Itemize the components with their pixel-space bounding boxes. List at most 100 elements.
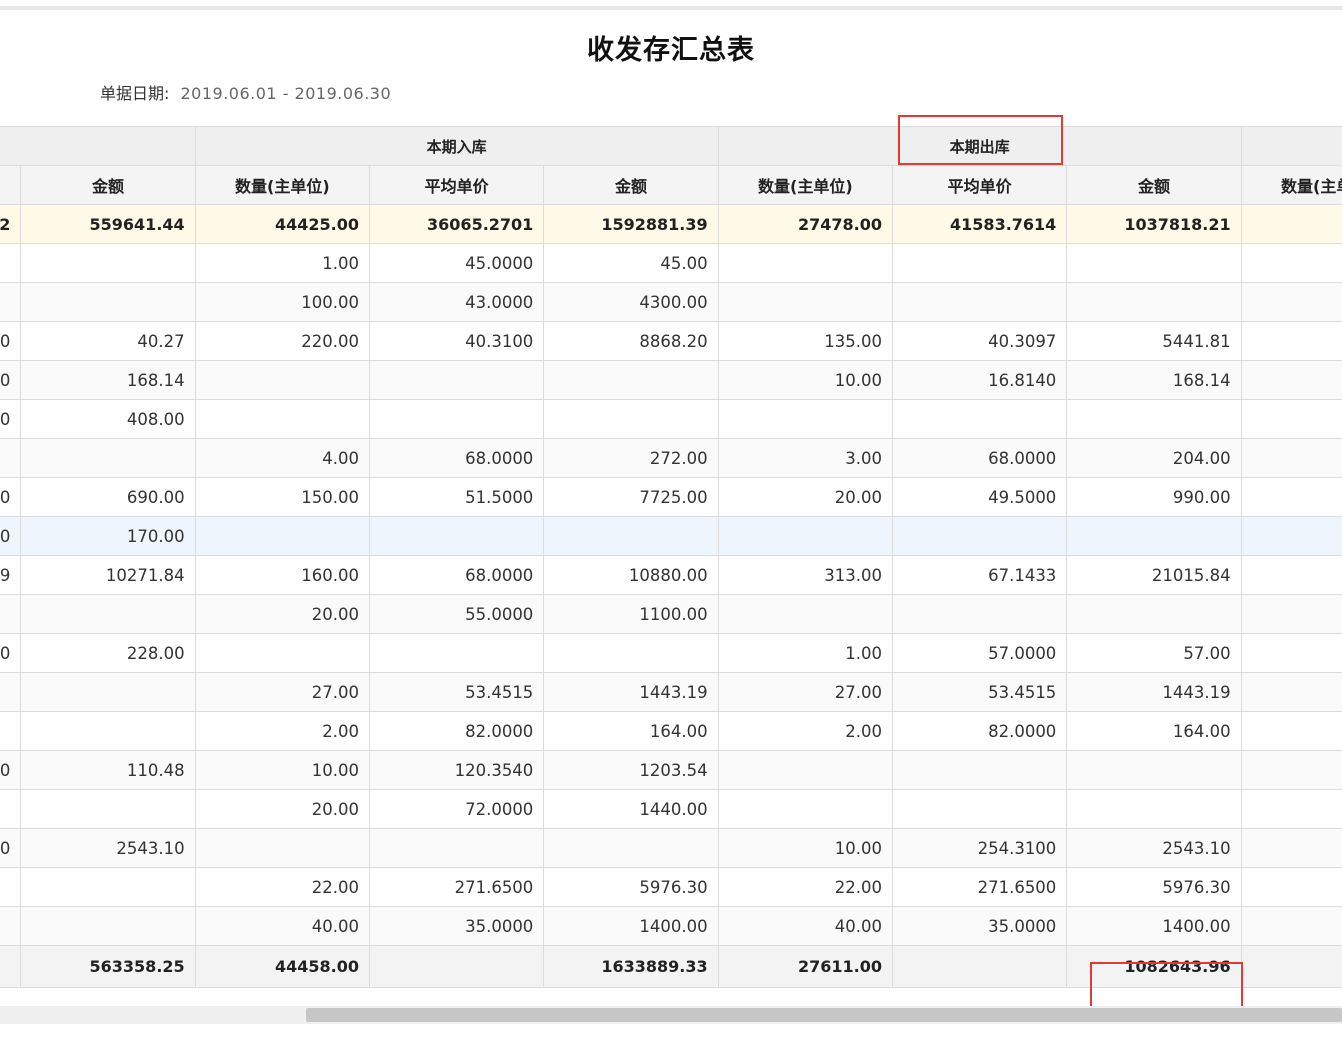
table-cell — [20, 789, 196, 829]
table-row[interactable]: 1.00 45.0000 45.00 — [0, 243, 1342, 283]
table-cell — [891, 750, 1068, 790]
column-header[interactable]: 金额 — [543, 165, 719, 205]
group-header-inbound[interactable]: 本期入库 — [194, 126, 719, 166]
table-row[interactable]: 27.00 53.4515 1443.19 27.00 53.4515 1443.19 — [0, 672, 1342, 712]
table-row[interactable]: 0 170.00 — [0, 516, 1342, 556]
table-row[interactable]: 0 40.27 220.00 40.3100 8868.20 135.00 40.3097 5… — [0, 321, 1342, 361]
table-row[interactable]: 2.00 82.0000 164.00 2.00 82.0000 164.00 — [0, 711, 1342, 751]
table-cell: 170.00 — [20, 516, 196, 556]
table-cell: 150.00 — [194, 477, 370, 517]
table-cell — [891, 243, 1068, 283]
table-cell — [543, 399, 719, 439]
table-cell: 68.0000 — [891, 438, 1068, 478]
table-cell — [1240, 516, 1342, 556]
summary-row[interactable]: 2 559641.44 44425.00 36065.2701 1592881.… — [0, 204, 1342, 244]
table-row[interactable]: 22.00 271.6500 5976.30 22.00 271.6500 5976.30 — [0, 867, 1342, 907]
table-cell: 49.5000 — [891, 477, 1068, 517]
table-cell: 40.3100 — [368, 321, 545, 361]
table-cell: 57.00 — [1066, 633, 1242, 673]
table-cell — [1066, 750, 1242, 790]
table-cell — [543, 516, 719, 556]
top-divider — [0, 6, 1342, 10]
table-cell: 57.0000 — [891, 633, 1068, 673]
table-row[interactable]: 4.00 68.0000 272.00 3.00 68.0000 204.00 — [0, 438, 1342, 478]
table-cell — [0, 711, 22, 751]
table-cell: 135.00 — [717, 321, 893, 361]
column-header[interactable]: 金额 — [1066, 165, 1242, 205]
table-cell — [891, 399, 1068, 439]
table-row[interactable]: 9 10271.84 160.00 68.0000 10880.00 313.00 67.1… — [0, 555, 1342, 595]
table-row[interactable]: 40.00 35.0000 1400.00 40.00 35.0000 1400.00 — [0, 906, 1342, 946]
table-row[interactable]: 0 168.14 10.00 16.8140 168.14 — [0, 360, 1342, 400]
table-cell: 21015.84 — [1066, 555, 1242, 595]
table-cell: 0 — [0, 828, 22, 868]
table-cell — [717, 243, 893, 283]
table-cell: 44425.00 — [194, 204, 370, 244]
table-cell: 164.00 — [543, 711, 719, 751]
table-cell: 20.00 — [194, 594, 370, 634]
table-cell: 271.6500 — [368, 867, 545, 907]
table-cell: 20.00 — [194, 789, 370, 829]
table-cell: 1082643.96 — [1066, 945, 1242, 988]
report-grid[interactable]: 本期入库 本期出库 金额 数量(主单位) 平均单价 金额 数量(主单位) 平均单… — [0, 126, 1342, 1006]
group-header-outbound[interactable]: 本期出库 — [717, 126, 1242, 166]
column-header[interactable]: 数量(主单位) — [1240, 165, 1342, 205]
table-cell: 9 — [0, 555, 22, 595]
table-cell: 36065.2701 — [368, 204, 545, 244]
table-cell: 1037818.21 — [1066, 204, 1242, 244]
table-row[interactable]: 0 110.48 10.00 120.3540 1203.54 — [0, 750, 1342, 790]
table-cell: 164.00 — [1066, 711, 1242, 751]
table-cell: 408.00 — [20, 399, 196, 439]
table-row[interactable]: 100.00 43.0000 4300.00 — [0, 282, 1342, 322]
table-row[interactable]: 20.00 55.0000 1100.00 — [0, 594, 1342, 634]
table-cell: 68.0000 — [368, 438, 545, 478]
table-row[interactable]: 0 408.00 — [0, 399, 1342, 439]
horizontal-scrollbar[interactable] — [0, 1006, 1342, 1024]
column-header[interactable]: 数量(主单位) — [717, 165, 893, 205]
table-cell — [891, 282, 1068, 322]
table-cell — [1240, 828, 1342, 868]
column-header[interactable]: 平均单价 — [368, 165, 545, 205]
table-cell: 990.00 — [1066, 477, 1242, 517]
table-cell: 1592881.39 — [543, 204, 719, 244]
column-header[interactable]: 平均单价 — [891, 165, 1068, 205]
table-cell — [1240, 789, 1342, 829]
table-cell — [0, 906, 22, 946]
table-cell: 228.00 — [20, 633, 196, 673]
table-cell: 51.5000 — [368, 477, 545, 517]
column-header[interactable]: 金额 — [20, 165, 196, 205]
table-cell — [20, 867, 196, 907]
group-header-next — [1240, 126, 1342, 166]
table-cell: 3.00 — [717, 438, 893, 478]
table-cell — [368, 360, 545, 400]
table-cell: 4.00 — [194, 438, 370, 478]
table-cell: 55.0000 — [368, 594, 545, 634]
table-row[interactable]: 0 690.00 150.00 51.5000 7725.00 20.00 49.5000 9… — [0, 477, 1342, 517]
table-cell: 0 — [0, 477, 22, 517]
date-label: 单据日期: — [100, 84, 170, 103]
table-cell: 27478.00 — [717, 204, 893, 244]
column-header[interactable]: 数量(主单位) — [194, 165, 370, 205]
table-cell: 53.4515 — [891, 672, 1068, 712]
table-cell — [20, 594, 196, 634]
column-header[interactable] — [0, 165, 22, 205]
table-cell: 120.3540 — [368, 750, 545, 790]
table-cell — [1066, 594, 1242, 634]
table-cell: 110.48 — [20, 750, 196, 790]
table-row[interactable]: 0 228.00 1.00 57.0000 57.00 — [0, 633, 1342, 673]
table-cell — [1240, 867, 1342, 907]
table-cell — [1066, 399, 1242, 439]
table-cell: 220.00 — [194, 321, 370, 361]
table-cell: 2.00 — [717, 711, 893, 751]
table-cell — [1066, 243, 1242, 283]
table-cell — [0, 243, 22, 283]
table-row[interactable]: 0 2543.10 10.00 254.3100 2543.10 — [0, 828, 1342, 868]
table-cell — [368, 399, 545, 439]
table-cell: 272.00 — [543, 438, 719, 478]
table-cell: 45.00 — [543, 243, 719, 283]
table-cell — [0, 282, 22, 322]
table-row[interactable]: 20.00 72.0000 1440.00 — [0, 789, 1342, 829]
table-cell — [891, 945, 1068, 988]
scrollbar-thumb[interactable] — [306, 1008, 1342, 1022]
table-cell: 1400.00 — [1066, 906, 1242, 946]
